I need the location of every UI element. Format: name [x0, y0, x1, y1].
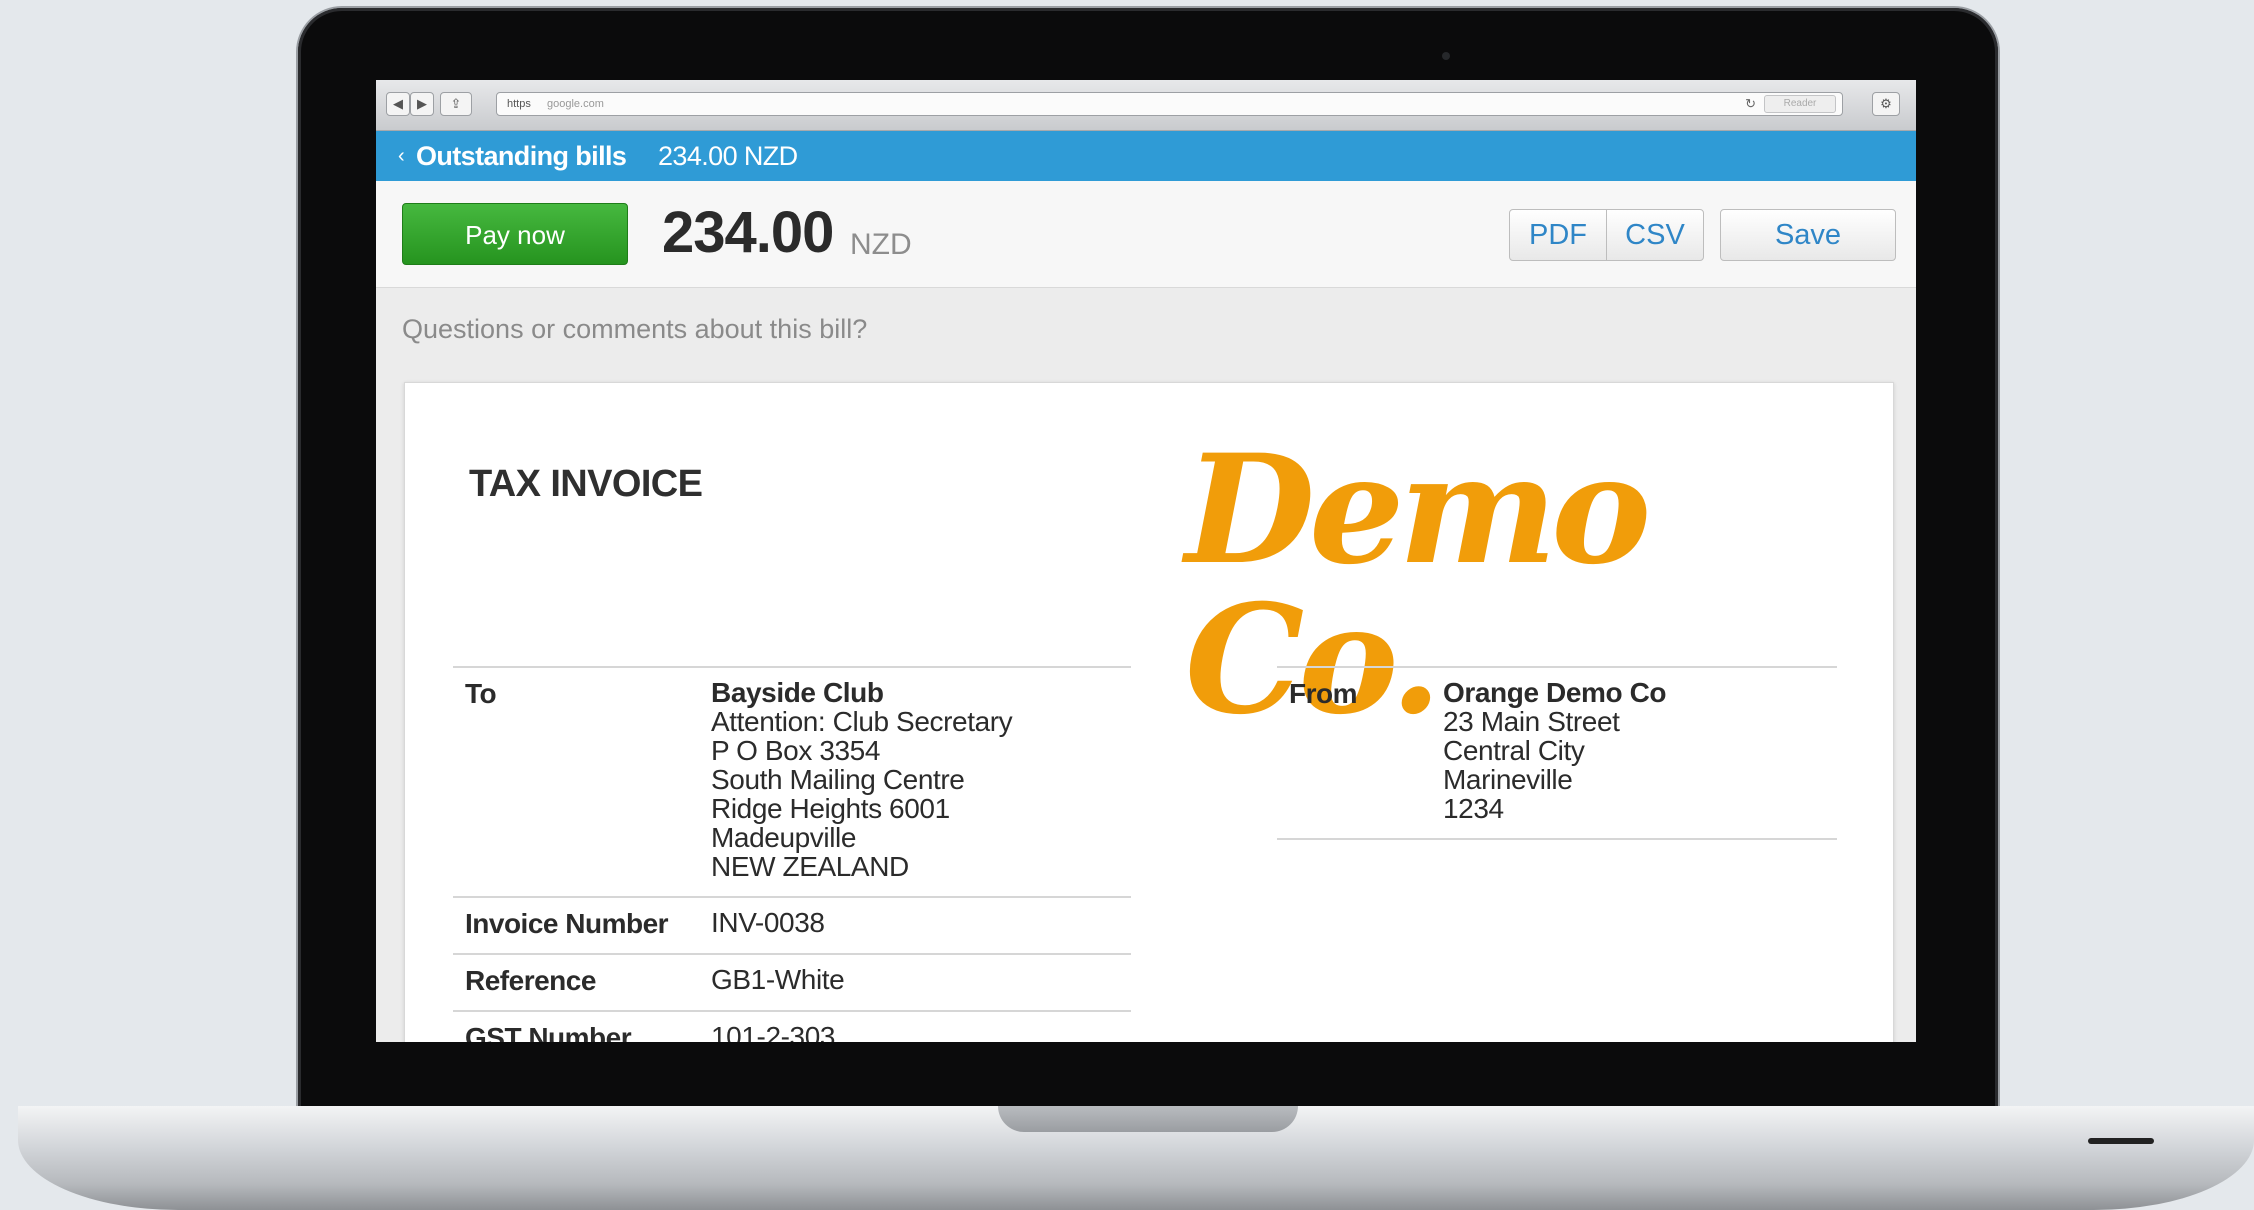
- reference-row: Reference GB1-White: [453, 955, 1131, 1012]
- bill-toolbar: Pay now 234.00 NZD PDF CSV Save: [376, 181, 1916, 288]
- from-address-line: Central City: [1443, 735, 1585, 766]
- invoice-details-table: To Bayside Club Attention: Club Secretar…: [453, 666, 1131, 1042]
- from-address-line: 23 Main Street: [1443, 706, 1620, 737]
- chevron-left-icon[interactable]: ‹: [398, 131, 405, 181]
- to-address-line: Attention: Club Secretary: [711, 706, 1013, 737]
- url-host: google.com: [547, 98, 604, 110]
- to-label: To: [465, 678, 497, 709]
- laptop-slot: [2088, 1138, 2154, 1144]
- reload-icon[interactable]: ↻: [1745, 93, 1756, 115]
- invoice-number-value: INV-0038: [711, 907, 825, 938]
- from-address: Orange Demo Co 23 Main Street Central Ci…: [1443, 677, 1667, 824]
- screen: ◀ ▶ ⇪ https google.com ↻ Reader ⚙ ‹ Outs…: [376, 80, 1916, 1042]
- share-icon[interactable]: ⇪: [440, 92, 472, 116]
- reference-value: GB1-White: [711, 964, 845, 995]
- reference-label: Reference: [465, 965, 596, 996]
- from-name: Orange Demo Co: [1443, 677, 1667, 708]
- forward-icon[interactable]: ▶: [410, 92, 434, 116]
- pdf-button[interactable]: PDF: [1509, 209, 1607, 261]
- to-name: Bayside Club: [711, 677, 884, 708]
- header-amount: 234.00 NZD: [658, 141, 798, 171]
- bill-total: 234.00: [662, 200, 834, 265]
- from-address-line: Marineville: [1443, 764, 1573, 795]
- to-row: To Bayside Club Attention: Club Secretar…: [453, 668, 1131, 898]
- from-table: From Orange Demo Co 23 Main Street Centr…: [1277, 666, 1837, 840]
- to-address-line: NEW ZEALAND: [711, 851, 909, 882]
- back-icon[interactable]: ◀: [386, 92, 410, 116]
- csv-button[interactable]: CSV: [1606, 209, 1704, 261]
- invoice-document: TAX INVOICE Demo Co. To Bayside Club Att…: [404, 382, 1894, 1042]
- url-scheme: https: [507, 98, 531, 110]
- save-button[interactable]: Save: [1720, 209, 1896, 261]
- settings-icon[interactable]: ⚙: [1872, 92, 1900, 116]
- bill-currency: NZD: [850, 228, 912, 261]
- invoice-number-label: Invoice Number: [465, 908, 669, 939]
- to-address-line: Ridge Heights 6001: [711, 793, 950, 824]
- comments-link[interactable]: Questions or comments about this bill?: [402, 314, 867, 345]
- to-address-line: Madeupville: [711, 822, 857, 853]
- breadcrumb-outstanding-bills[interactable]: Outstanding bills: [416, 131, 627, 181]
- to-address: Bayside Club Attention: Club Secretary P…: [711, 677, 1013, 882]
- laptop-notch: [998, 1106, 1298, 1132]
- gst-number-label: GST Number: [465, 1022, 632, 1042]
- browser-toolbar: ◀ ▶ ⇪ https google.com ↻ Reader ⚙: [376, 80, 1916, 131]
- invoice-number-row: Invoice Number INV-0038: [453, 898, 1131, 955]
- from-label: From: [1289, 678, 1358, 709]
- gst-number-row: GST Number 101-2-303: [453, 1012, 1131, 1042]
- from-address-line: 1234: [1443, 793, 1504, 824]
- to-address-line: P O Box 3354: [711, 735, 881, 766]
- gst-number-value: 101-2-303: [711, 1021, 836, 1042]
- camera-dot: [1442, 52, 1450, 60]
- header-bar: ‹ Outstanding bills 234.00 NZD: [376, 131, 1916, 181]
- reader-button[interactable]: Reader: [1764, 95, 1836, 113]
- address-bar[interactable]: https google.com ↻ Reader: [496, 92, 1843, 116]
- invoice-title: TAX INVOICE: [469, 463, 703, 505]
- to-address-line: South Mailing Centre: [711, 764, 965, 795]
- pay-now-button[interactable]: Pay now: [402, 203, 628, 265]
